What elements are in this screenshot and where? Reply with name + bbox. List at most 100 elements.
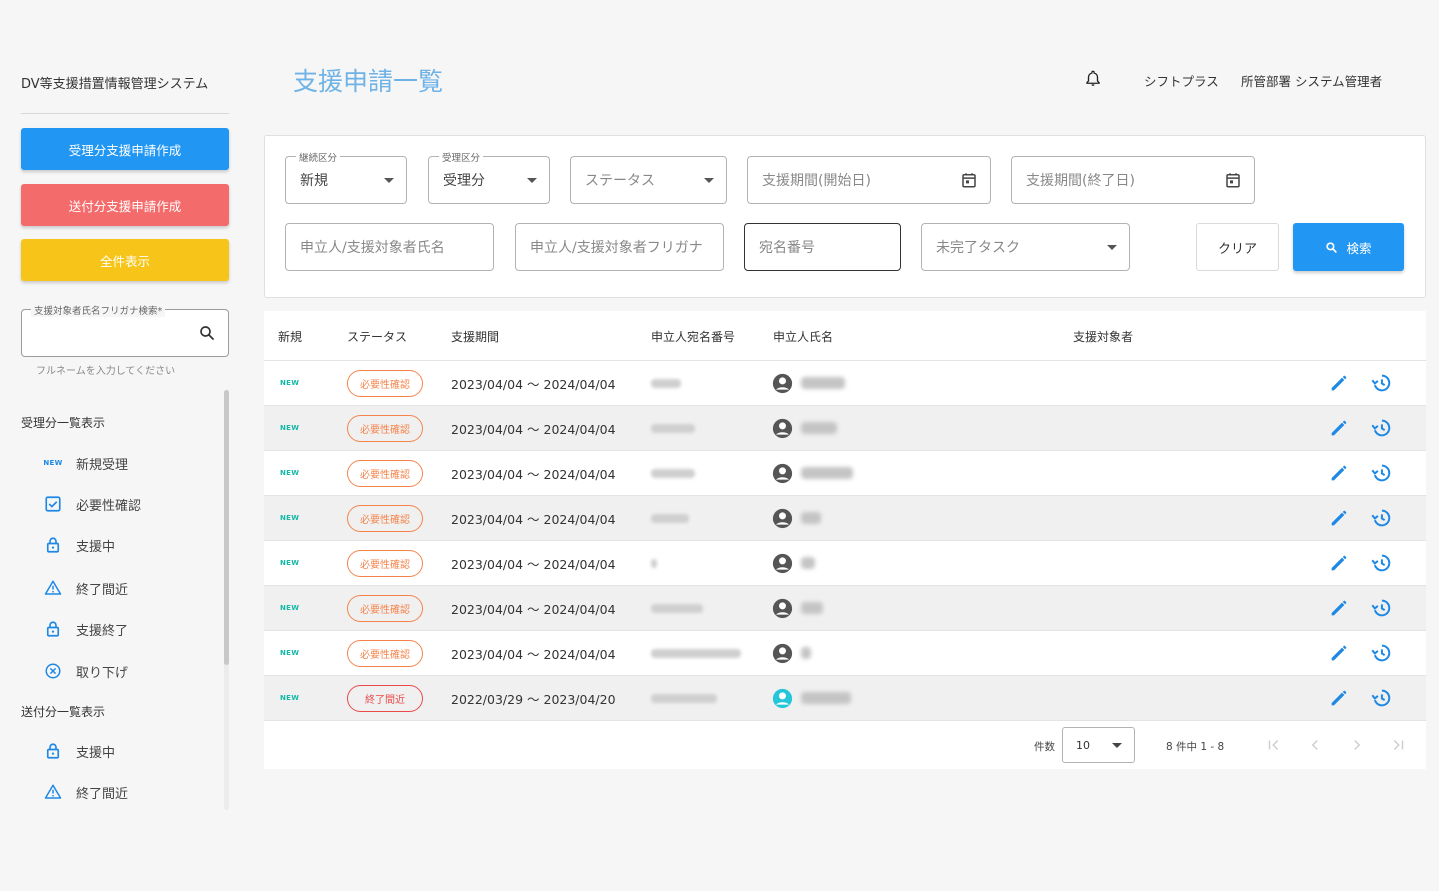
column-header-period[interactable]: 支援期間 (451, 328, 499, 345)
new-cell: NEW (280, 586, 299, 630)
period-end-input[interactable]: 支援期間(終了日) (1011, 156, 1255, 204)
applicant-cell[interactable] (772, 496, 821, 540)
period-end-placeholder: 支援期間(終了日) (1026, 173, 1135, 189)
status-badge: 必要性確認 (347, 459, 423, 487)
warning-icon (42, 783, 64, 801)
sidebar-item-label: 終了間近 (76, 786, 129, 802)
edit-icon[interactable] (1328, 462, 1350, 484)
edit-icon[interactable] (1328, 417, 1350, 439)
calendar-icon[interactable] (1224, 171, 1242, 189)
applicant-kana-input[interactable]: 申立人/支援対象者フリガナ (515, 223, 724, 271)
table-row[interactable]: NEW 必要性確認 2023/04/04 ～ 2024/04/04 (264, 496, 1426, 541)
applicant-cell[interactable] (772, 541, 815, 585)
sidebar-item-in-support[interactable]: 支援中 (42, 533, 115, 557)
chevron-down-icon (384, 178, 394, 183)
sidebar-item-ending-soon[interactable]: 終了間近 (42, 576, 128, 600)
applicant-cell[interactable] (772, 676, 851, 720)
incomplete-task-placeholder: 未完了タスク (936, 240, 1020, 256)
incomplete-task-select[interactable]: 未完了タスク (921, 223, 1130, 271)
receipt-select[interactable]: 受理区分 受理分 (428, 150, 550, 204)
table-row[interactable]: NEW 必要性確認 2023/04/04 ～ 2024/04/04 (264, 361, 1426, 406)
last-page-icon[interactable] (1389, 736, 1407, 754)
new-tag: NEW (280, 379, 300, 387)
history-icon[interactable] (1370, 597, 1392, 619)
redacted-address-number (651, 603, 703, 613)
address-number-input[interactable]: 宛名番号 (744, 223, 901, 271)
edit-icon[interactable] (1328, 642, 1350, 664)
history-icon[interactable] (1370, 507, 1392, 529)
status-badge: 必要性確認 (347, 369, 423, 397)
edit-icon[interactable] (1328, 687, 1350, 709)
sidebar-item-sent-ending-soon[interactable]: 終了間近 (42, 780, 128, 804)
support-period: 2023/04/04 ～ 2024/04/04 (451, 556, 616, 572)
period-cell: 2023/04/04 ～ 2024/04/04 (451, 406, 616, 450)
user-name[interactable]: 所管部署 システム管理者 (1241, 71, 1382, 90)
applicant-name-input[interactable]: 申立人/支援対象者氏名 (285, 223, 494, 271)
show-all-button[interactable]: 全件表示 (21, 239, 229, 281)
sidebar-item-label: 必要性確認 (76, 498, 142, 514)
edit-icon[interactable] (1328, 372, 1350, 394)
redacted-applicant-name (801, 512, 821, 524)
page-size-select[interactable]: 10 (1062, 727, 1135, 763)
column-header-status[interactable]: ステータス (347, 328, 407, 345)
period-cell: 2023/04/04 ～ 2024/04/04 (451, 541, 616, 585)
history-icon[interactable] (1370, 372, 1392, 394)
create-sent-application-button[interactable]: 送付分支援申請作成 (21, 184, 229, 226)
history-icon[interactable] (1370, 552, 1392, 574)
period-cell: 2023/04/04 ～ 2024/04/04 (451, 631, 616, 675)
period-start-input[interactable]: 支援期間(開始日) (747, 156, 991, 204)
first-page-icon[interactable] (1265, 736, 1283, 754)
bell-icon[interactable] (1084, 69, 1102, 87)
table-row[interactable]: NEW 必要性確認 2023/04/04 ～ 2024/04/04 (264, 541, 1426, 586)
status-badge: 終了間近 (347, 684, 423, 712)
table-row[interactable]: NEW 必要性確認 2023/04/04 ～ 2024/04/04 (264, 451, 1426, 496)
avatar-icon (772, 553, 793, 573)
support-period: 2022/03/29 ～ 2023/04/20 (451, 691, 616, 707)
status-select[interactable]: ステータス (570, 156, 727, 204)
previous-page-icon[interactable] (1306, 736, 1324, 754)
column-header-address-number[interactable]: 申立人宛名番号 (651, 328, 735, 345)
search-button[interactable]: 検索 (1293, 223, 1404, 271)
sidebar-item-necessity-check[interactable]: 必要性確認 (42, 492, 141, 516)
edit-icon[interactable] (1328, 552, 1350, 574)
applicant-cell[interactable] (772, 361, 845, 405)
continuation-value: 新規 (300, 173, 328, 189)
page-range: 8 件中 1 - 8 (1166, 741, 1225, 753)
support-period: 2023/04/04 ～ 2024/04/04 (451, 511, 616, 527)
next-page-icon[interactable] (1348, 736, 1366, 754)
history-icon[interactable] (1370, 417, 1392, 439)
create-received-application-button[interactable]: 受理分支援申請作成 (21, 128, 229, 170)
column-header-applicant[interactable]: 申立人氏名 (773, 328, 833, 345)
calendar-icon[interactable] (960, 171, 978, 189)
sidebar-item-support-ended[interactable]: 支援終了 (42, 617, 128, 641)
edit-icon[interactable] (1328, 507, 1350, 529)
table-row[interactable]: NEW 必要性確認 2023/04/04 ～ 2024/04/04 (264, 586, 1426, 631)
table-row[interactable]: NEW 終了間近 2022/03/29 ～ 2023/04/20 (264, 676, 1426, 721)
redacted-address-number (651, 468, 695, 478)
continuation-select[interactable]: 継続区分 新規 (285, 150, 407, 204)
applicant-cell[interactable] (772, 451, 853, 495)
chevron-down-icon (1112, 743, 1122, 748)
history-icon[interactable] (1370, 462, 1392, 484)
applicant-cell[interactable] (772, 406, 837, 450)
kana-search-hint: フルネームを入力してください (36, 366, 176, 377)
search-icon[interactable] (198, 324, 216, 342)
new-tag: NEW (280, 694, 300, 702)
history-icon[interactable] (1370, 642, 1392, 664)
history-icon[interactable] (1370, 687, 1392, 709)
sidebar-item-withdrawn[interactable]: 取り下げ (42, 659, 128, 683)
table-row[interactable]: NEW 必要性確認 2023/04/04 ～ 2024/04/04 (264, 406, 1426, 451)
column-header-target[interactable]: 支援対象者 (1073, 328, 1133, 345)
sidebar-scrollbar[interactable] (224, 390, 229, 665)
support-period: 2023/04/04 ～ 2024/04/04 (451, 376, 616, 392)
sidebar-item-sent-in-support[interactable]: 支援中 (42, 739, 115, 763)
sidebar-item-new-received[interactable]: NEW 新規受理 (42, 451, 128, 475)
clear-button[interactable]: クリア (1196, 223, 1279, 271)
edit-icon[interactable] (1328, 597, 1350, 619)
new-icon: NEW (42, 454, 64, 472)
applicant-cell[interactable] (772, 631, 811, 675)
table-row[interactable]: NEW 必要性確認 2023/04/04 ～ 2024/04/04 (264, 631, 1426, 676)
applicant-cell[interactable] (772, 586, 823, 630)
column-header-new[interactable]: 新規 (278, 328, 302, 345)
kana-search-input[interactable]: 支援対象者氏名フリガナ検索* (21, 303, 229, 357)
